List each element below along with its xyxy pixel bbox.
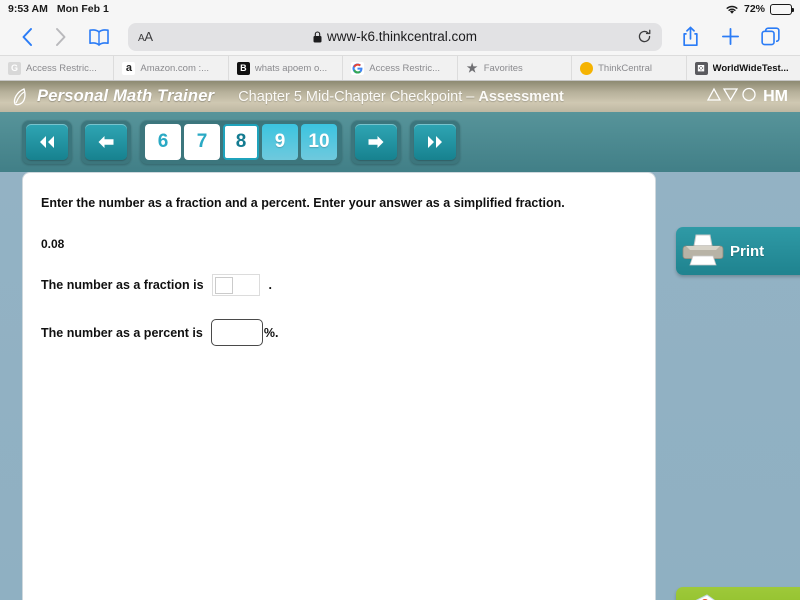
previous-page-group [81, 120, 131, 164]
print-label: Print [730, 242, 765, 260]
assessment-title: Chapter 5 Mid-Chapter Checkpoint – Asses… [238, 89, 564, 105]
bookmark-label: ThinkCentral [598, 62, 652, 74]
hmh-text: HM [763, 87, 788, 105]
page-button-7[interactable]: 7 [184, 124, 220, 160]
reload-icon [638, 29, 651, 43]
chevron-right-icon [56, 27, 66, 46]
bookmark-item[interactable]: ★ Favorites [458, 56, 573, 80]
bookmark-item[interactable]: Access Restric... [343, 56, 458, 80]
percent-answer-label: The number as a percent is [41, 325, 203, 340]
first-page-button[interactable] [26, 124, 68, 160]
reload-button[interactable] [637, 29, 652, 44]
amazon-icon: a [122, 61, 136, 75]
chevron-left-icon [22, 27, 32, 46]
question-panel: Enter the number as a fraction and a per… [22, 172, 656, 600]
bookmark-item[interactable]: ThinkCentral [572, 56, 687, 80]
status-time: 9:53 AM [8, 3, 48, 15]
question-prompt: Enter the number as a fraction and a per… [41, 196, 565, 210]
percent-suffix: %. [263, 325, 279, 340]
print-button[interactable]: Print [676, 227, 800, 275]
bookmark-label: Favorites [483, 62, 523, 74]
fraction-input[interactable] [211, 274, 260, 296]
page-button-9[interactable]: 9 [262, 124, 298, 160]
bookmarks-bar: G Access Restric... a Amazon.com :... B … [0, 55, 800, 81]
address-bar[interactable]: AAAA www-k6.thinkcentral.com [128, 22, 662, 51]
wifi-icon [725, 4, 739, 15]
browser-toolbar: AAAA www-k6.thinkcentral.com [0, 18, 800, 55]
page-button-10[interactable]: 10 [301, 124, 337, 160]
chapter-text: Chapter 5 Mid-Chapter Checkpoint – [238, 88, 479, 105]
last-page-button[interactable] [414, 124, 456, 160]
fraction-numerator-field[interactable] [214, 276, 233, 294]
ios-status-bar: 9:53 AM Mon Feb 1 72% [0, 0, 800, 18]
bookmark-label: WorldWideTest... [712, 62, 789, 74]
google-icon [351, 61, 365, 75]
book-icon [89, 28, 109, 46]
star-icon: ★ [466, 61, 478, 75]
hmh-logo: HM [706, 87, 788, 107]
pmt-leaf-icon [12, 87, 30, 107]
x-box-icon: ⊠ [694, 61, 708, 75]
percent-answer-row: The number as a percent is %. [41, 319, 637, 346]
previous-page-button[interactable] [85, 124, 127, 160]
lock-icon [313, 30, 322, 42]
left-arrow-icon [98, 136, 114, 148]
bookmark-item[interactable]: B whats apoem o... [229, 56, 344, 80]
bookmark-label: Access Restric... [369, 62, 441, 74]
share-icon [682, 26, 698, 47]
url-text: www-k6.thinkcentral.com [326, 29, 478, 44]
bookmark-item-active[interactable]: ⊠ WorldWideTest... [687, 56, 800, 80]
back-button[interactable] [10, 22, 44, 52]
bookmark-label: whats apoem o... [254, 62, 328, 74]
turn-in-icon [682, 592, 724, 600]
double-right-arrow-icon [428, 136, 442, 148]
turn-it-in-button[interactable]: Turn it In [676, 587, 800, 600]
fraction-answer-row: The number as a fraction is . [41, 274, 637, 296]
page-button-6[interactable]: 6 [145, 124, 181, 160]
next-page-group [351, 120, 401, 164]
bookmarks-button[interactable] [78, 22, 120, 52]
next-page-button[interactable] [355, 124, 397, 160]
tabs-icon [760, 27, 780, 46]
dot-icon [580, 61, 594, 75]
question-value: 0.08 [41, 237, 65, 251]
percent-input[interactable] [210, 319, 263, 346]
fraction-period: . [268, 278, 273, 292]
bookmark-item[interactable]: G Access Restric... [0, 56, 115, 80]
bookmark-item[interactable]: a Amazon.com :... [114, 56, 229, 80]
text-size-button[interactable]: AAAA [138, 29, 153, 44]
double-left-arrow-icon [40, 136, 54, 148]
bookmark-label: Amazon.com :... [140, 62, 210, 74]
assessment-toolbar: 6 7 8 9 10 [0, 112, 800, 172]
plus-icon [721, 27, 739, 46]
battery-icon [770, 3, 795, 15]
app-brand-title: Personal Math Trainer [37, 87, 215, 105]
printer-icon [682, 232, 724, 270]
right-arrow-icon [368, 136, 384, 148]
status-date: Mon Feb 1 [56, 3, 109, 15]
bing-icon: B [236, 61, 250, 75]
assessment-text: Assessment [478, 88, 564, 105]
g-gray-icon: G [8, 61, 21, 75]
bookmark-label: Access Restric... [26, 62, 97, 74]
app-body: 6 7 8 9 10 Enter the number as a fractio… [0, 112, 800, 600]
page-button-8[interactable]: 8 [223, 124, 259, 160]
battery-percent: 72% [743, 3, 765, 15]
forward-button[interactable] [44, 22, 78, 52]
tabs-button[interactable] [750, 22, 790, 52]
fraction-answer-label: The number as a fraction is [41, 278, 204, 292]
share-button[interactable] [670, 22, 710, 52]
first-page-group [22, 120, 72, 164]
hmh-shapes-icon [706, 87, 760, 107]
app-header: Personal Math Trainer Chapter 5 Mid-Chap… [0, 81, 800, 112]
last-page-group [410, 120, 460, 164]
page-number-group: 6 7 8 9 10 [140, 120, 342, 164]
new-tab-button[interactable] [710, 22, 750, 52]
